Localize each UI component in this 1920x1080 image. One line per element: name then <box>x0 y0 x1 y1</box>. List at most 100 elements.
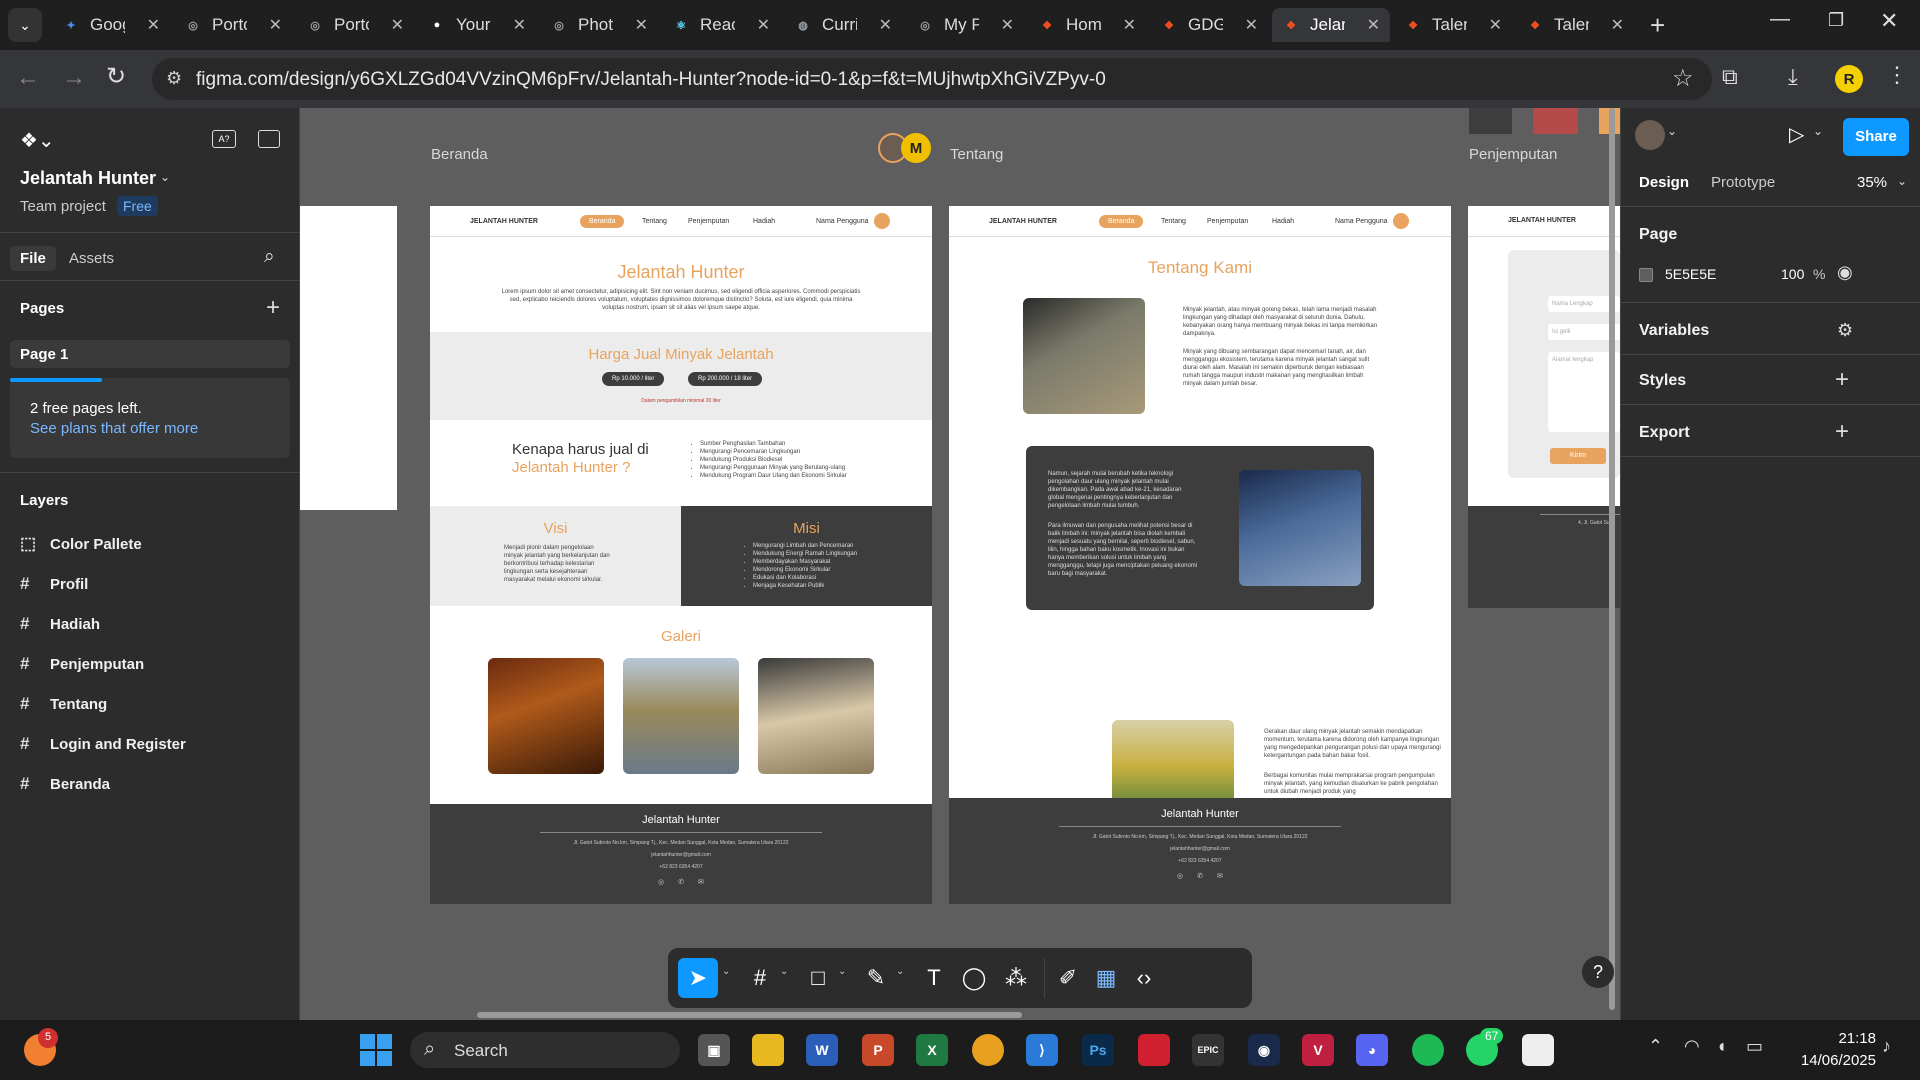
collaborator-avatar-m[interactable]: M <box>901 133 931 163</box>
tab-prototype[interactable]: Prototype <box>1711 174 1775 191</box>
discord-icon[interactable]: ◕ <box>1356 1034 1388 1066</box>
browser-tab[interactable]: ✦ Goog ✕ <box>52 8 170 42</box>
reload-icon[interactable]: ↻ <box>106 62 126 91</box>
layout-icon[interactable]: ▦ <box>1086 958 1126 998</box>
help-button[interactable]: ? <box>1582 956 1614 988</box>
close-tab-icon[interactable]: ✕ <box>879 15 892 35</box>
dev-mode-icon[interactable]: ‹› <box>1124 958 1164 998</box>
excel-icon[interactable]: X <box>916 1034 948 1066</box>
export-heading[interactable]: Export <box>1639 424 1690 442</box>
offscreen-frame[interactable] <box>300 206 397 510</box>
close-tab-icon[interactable]: ✕ <box>635 15 648 35</box>
epic-games-icon[interactable]: EPIC <box>1192 1034 1224 1066</box>
tray-chevron-icon[interactable]: ⌃ <box>1648 1036 1663 1057</box>
close-tab-icon[interactable]: ✕ <box>513 15 526 35</box>
draw-icon[interactable]: ✐ <box>1048 958 1088 998</box>
browser-tab[interactable]: ❖ Hom ✕ <box>1028 8 1146 42</box>
volume-icon[interactable]: ◖ <box>1716 1036 1727 1057</box>
browser-tab[interactable]: ❖ Talen ✕ <box>1516 8 1634 42</box>
nav-item-penjemputan[interactable]: Penjemputan <box>1207 218 1248 225</box>
vscode-icon[interactable]: ⟩ <box>1026 1034 1058 1066</box>
project-title[interactable]: Jelantah Hunter <box>20 168 156 189</box>
windows-start-icon[interactable] <box>360 1034 392 1066</box>
new-tab-button[interactable]: + <box>1650 10 1665 41</box>
powerpoint-icon[interactable]: P <box>862 1034 894 1066</box>
variables-settings-icon[interactable]: ⚙ <box>1837 320 1853 341</box>
valorant-icon[interactable]: V <box>1302 1034 1334 1066</box>
url-field[interactable]: ⚙ figma.com/design/y6GXLZGd04VVzinQM6pFr… <box>152 58 1712 100</box>
word-icon[interactable]: W <box>806 1034 838 1066</box>
layer-item[interactable]: # Beranda <box>20 772 110 796</box>
color-swatch[interactable] <box>1639 268 1653 282</box>
frame-penjemputan[interactable]: JELANTAH HUNTER Nama Lengkap Isi gelli A… <box>1468 206 1620 608</box>
close-tab-icon[interactable]: ✕ <box>757 15 770 35</box>
close-tab-icon[interactable]: ✕ <box>1245 15 1258 35</box>
close-tab-icon[interactable]: ✕ <box>1611 15 1624 35</box>
actions-icon[interactable]: ⁂ <box>996 958 1036 998</box>
zoom-level[interactable]: 35% <box>1857 174 1887 191</box>
close-tab-icon[interactable]: ✕ <box>1001 15 1014 35</box>
user-avatar[interactable] <box>1393 213 1409 229</box>
back-icon[interactable]: ← <box>16 64 40 92</box>
frame-tentang[interactable]: JELANTAH HUNTER Beranda Tentang Penjempu… <box>949 206 1451 904</box>
layer-item[interactable]: # Penjemputan <box>20 652 144 676</box>
chevron-down-icon[interactable]: ⌄ <box>160 170 170 184</box>
browser-tab[interactable]: ❖ Jelan ✕ <box>1272 8 1390 42</box>
close-window-button[interactable]: ✕ <box>1880 8 1898 34</box>
background-color-input[interactable]: 5E5E5E <box>1665 266 1716 282</box>
tab-search-button[interactable]: ⌄ <box>8 8 42 42</box>
browser-tab[interactable]: ⚛ React ✕ <box>662 8 780 42</box>
frame-label-penjemputan[interactable]: Penjemputan <box>1469 146 1557 163</box>
eye-icon[interactable]: ◉ <box>1837 262 1853 283</box>
chevron-down-icon[interactable]: ⌄ <box>1813 124 1823 138</box>
close-tab-icon[interactable]: ✕ <box>1489 15 1502 35</box>
present-icon[interactable]: ▷ <box>1789 122 1804 147</box>
layer-item[interactable]: # Hadiah <box>20 612 100 636</box>
notification-bell-icon[interactable]: ♪ <box>1882 1036 1891 1057</box>
nav-item-beranda[interactable]: Beranda <box>1099 214 1144 228</box>
minimize-button[interactable]: — <box>1770 8 1790 31</box>
chevron-down-icon[interactable]: ⌄ <box>896 966 904 977</box>
tab-file[interactable]: File <box>10 246 56 271</box>
close-tab-icon[interactable]: ✕ <box>1123 15 1136 35</box>
tab-design[interactable]: Design <box>1639 174 1689 191</box>
extensions-icon[interactable]: ⧉ <box>1722 64 1738 90</box>
clock-date[interactable]: 14/06/2025 <box>1780 1052 1876 1069</box>
share-button[interactable]: Share <box>1843 118 1909 156</box>
close-tab-icon[interactable]: ✕ <box>391 15 404 35</box>
wifi-icon[interactable]: ◠ <box>1684 1036 1700 1057</box>
color-swatch[interactable] <box>1533 108 1578 134</box>
upsell-link[interactable]: See plans that offer more <box>30 420 198 437</box>
nav-item-hadiah[interactable]: Hadiah <box>753 218 775 225</box>
maximize-button[interactable]: ❐ <box>1828 10 1844 31</box>
color-swatch[interactable] <box>1469 108 1512 134</box>
frame-label-tentang[interactable]: Tentang <box>950 146 1003 163</box>
nav-item-tentang[interactable]: Tentang <box>642 218 667 225</box>
app-icon[interactable] <box>1138 1034 1170 1066</box>
close-tab-icon[interactable]: ✕ <box>269 15 282 35</box>
ai-text-icon[interactable]: A? <box>212 130 236 148</box>
profile-avatar[interactable]: R <box>1835 65 1863 93</box>
chevron-down-icon[interactable]: ⌄ <box>838 966 846 977</box>
clock-time[interactable]: 21:18 <box>1790 1030 1876 1047</box>
rectangle-icon[interactable]: □ <box>798 958 838 998</box>
browser-tab[interactable]: ◎ Portc ✕ <box>296 8 414 42</box>
browser-tab[interactable]: ◎ Portc ✕ <box>174 8 292 42</box>
nav-item-tentang[interactable]: Tentang <box>1161 218 1186 225</box>
search-icon[interactable]: ⌕ <box>264 246 275 268</box>
pen-icon[interactable]: ✎ <box>856 958 896 998</box>
chrome-menu-icon[interactable]: ⋮ <box>1886 62 1908 88</box>
add-page-icon[interactable]: + <box>266 294 280 322</box>
chevron-down-icon[interactable]: ⌄ <box>722 966 730 977</box>
horizontal-scrollbar[interactable] <box>477 1012 1022 1018</box>
nav-user-name[interactable]: Nama Pengguna <box>816 218 869 225</box>
move-icon[interactable]: ➤ <box>678 958 718 998</box>
vertical-scrollbar[interactable] <box>1609 108 1615 1010</box>
close-tab-icon[interactable]: ✕ <box>147 15 160 35</box>
nav-item-hadiah[interactable]: Hadiah <box>1272 218 1294 225</box>
task-view-icon[interactable]: ▣ <box>698 1034 730 1066</box>
steam-icon[interactable]: ◉ <box>1248 1034 1280 1066</box>
browser-tab[interactable]: ❖ GDG ✕ <box>1150 8 1268 42</box>
frame-beranda[interactable]: JELANTAH HUNTER Beranda Tentang Penjempu… <box>430 206 932 904</box>
browser-tab[interactable]: ● Your ✕ <box>418 8 536 42</box>
